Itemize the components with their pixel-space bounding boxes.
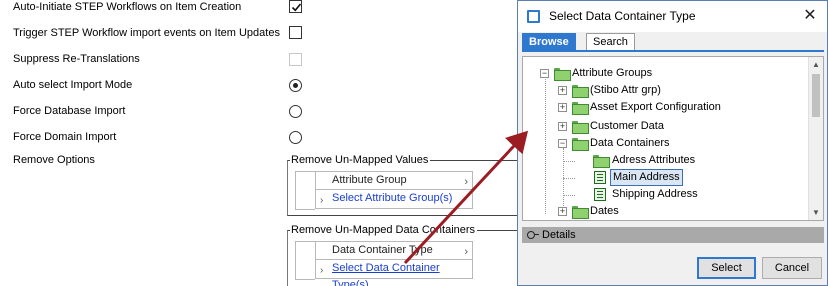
cancel-button[interactable]: Cancel	[762, 257, 822, 279]
tab-browse[interactable]: Browse	[522, 33, 576, 51]
tab-underline	[522, 50, 824, 52]
tab-search[interactable]: Search	[586, 33, 635, 51]
chevron-right-icon: ›	[320, 265, 324, 276]
setting-label-auto-initiate: Auto-Initiate STEP Workflows on Item Cre…	[13, 1, 242, 13]
tree-node-label: Asset Export Configuration	[590, 101, 721, 113]
selector-side-cap	[295, 241, 315, 280]
tree-node-label: Customer Data	[590, 120, 664, 132]
tree-node-main-address[interactable]: Main Address	[523, 169, 807, 186]
group-title: Remove Un-Mapped Data Containers	[290, 224, 478, 236]
chevron-right-icon: ›	[320, 195, 324, 206]
details-expander[interactable]: Details	[522, 227, 824, 243]
header-label: Attribute Group	[332, 174, 407, 186]
attribute-group-selector: Attribute Group › › Select Attribute Gro…	[295, 171, 473, 210]
trigger-import-events-checkbox[interactable]	[289, 26, 302, 39]
setting-label-force-database: Force Database Import	[13, 105, 126, 117]
setting-label-auto-select-mode: Auto select Import Mode	[13, 79, 133, 91]
remove-unmapped-values-group: Remove Un-Mapped Values Attribute Group …	[287, 154, 537, 216]
collapse-icon[interactable]: −	[558, 139, 567, 148]
details-label: Details	[542, 229, 576, 241]
tree-node-shipping-address[interactable]: Shipping Address	[523, 186, 807, 203]
tree-node-stibo-attr-grp[interactable]: + (Stibo Attr grp)	[523, 82, 807, 99]
force-database-radio[interactable]	[289, 105, 302, 118]
expand-icon[interactable]: +	[558, 122, 567, 131]
data-container-type-header[interactable]: Data Container Type ›	[315, 241, 473, 260]
close-icon[interactable]: ✕	[799, 5, 821, 27]
select-data-container-type-dialog: Select Data Container Type ✕ Browse Sear…	[517, 0, 828, 286]
select-attribute-groups-link[interactable]: Select Attribute Group(s)	[332, 192, 452, 204]
chevron-right-icon: ›	[464, 246, 468, 258]
chevron-right-icon: ›	[464, 176, 468, 188]
folder-icon	[593, 155, 610, 168]
setting-label-force-domain: Force Domain Import	[13, 131, 117, 143]
expand-icon[interactable]: +	[558, 103, 567, 112]
tree-node-label: Attribute Groups	[572, 67, 653, 79]
data-container-icon	[594, 171, 606, 184]
attribute-group-header[interactable]: Attribute Group ›	[315, 171, 473, 190]
suppress-retranslations-checkbox[interactable]	[289, 53, 302, 66]
folder-icon	[572, 206, 589, 219]
tree-node-asset-export-configuration[interactable]: + Asset Export Configuration	[523, 99, 807, 116]
force-domain-radio[interactable]	[289, 131, 302, 144]
tree-panel: − Attribute Groups + (Stibo Attr grp) + …	[522, 56, 824, 221]
folder-icon	[572, 102, 589, 115]
select-data-container-types-row[interactable]: › Select Data Container Type(s)	[315, 260, 473, 286]
collapse-icon[interactable]: −	[540, 69, 549, 78]
group-title: Remove Un-Mapped Values	[290, 154, 431, 166]
dialog-titlebar[interactable]: Select Data Container Type ✕	[518, 1, 827, 32]
expand-icon[interactable]: +	[558, 207, 567, 216]
scroll-down-arrow-icon[interactable]: ▼	[811, 208, 821, 217]
data-container-icon	[594, 188, 606, 201]
tree-node-label: Dates	[590, 205, 619, 217]
data-container-type-selector: Data Container Type › › Select Data Cont…	[295, 241, 473, 286]
expand-icon[interactable]: +	[558, 86, 567, 95]
auto-initiate-checkbox[interactable]	[289, 0, 302, 13]
window-icon	[527, 10, 540, 23]
tree-vertical-scrollbar[interactable]: ▲ ▼	[808, 57, 823, 220]
tree-node-data-containers[interactable]: − Data Containers	[523, 135, 807, 152]
auto-select-mode-radio[interactable]	[289, 79, 302, 92]
tree-node-label: Adress Attributes	[612, 154, 696, 166]
folder-icon	[572, 138, 589, 151]
checkmark-icon	[291, 3, 302, 12]
folder-icon	[572, 85, 589, 98]
selector-side-cap	[295, 171, 315, 210]
tree-node-customer-data[interactable]: + Customer Data	[523, 118, 807, 135]
folder-icon	[554, 68, 571, 81]
tree-node-dates[interactable]: + Dates	[523, 203, 807, 220]
details-toggle-icon	[527, 231, 539, 239]
select-data-container-types-link[interactable]: Select Data Container Type(s)	[332, 262, 440, 286]
setting-label-trigger-import-events: Trigger STEP Workflow import events on I…	[13, 27, 280, 39]
setting-label-suppress-retranslations: Suppress Re-Translations	[13, 53, 140, 65]
tree-node-attribute-groups[interactable]: − Attribute Groups	[523, 65, 807, 82]
folder-icon	[572, 121, 589, 134]
select-attribute-groups-row[interactable]: › Select Attribute Group(s)	[315, 190, 473, 209]
tree-node-adress-attributes[interactable]: Adress Attributes	[523, 152, 807, 169]
dialog-title: Select Data Container Type	[549, 9, 696, 23]
scroll-thumb[interactable]	[812, 74, 820, 117]
header-label: Data Container Type	[332, 244, 433, 256]
tree-node-label: Data Containers	[590, 137, 670, 149]
tree-node-label-selected: Main Address	[610, 169, 683, 186]
scroll-up-arrow-icon[interactable]: ▲	[811, 60, 821, 69]
setting-label-remove-options: Remove Options	[13, 154, 95, 166]
remove-unmapped-containers-group: Remove Un-Mapped Data Containers Data Co…	[287, 224, 537, 286]
container-type-tree: − Attribute Groups + (Stibo Attr grp) + …	[523, 57, 809, 220]
tree-node-label: Shipping Address	[612, 188, 698, 200]
tree-node-label: (Stibo Attr grp)	[590, 84, 661, 96]
select-button[interactable]: Select	[697, 257, 756, 279]
